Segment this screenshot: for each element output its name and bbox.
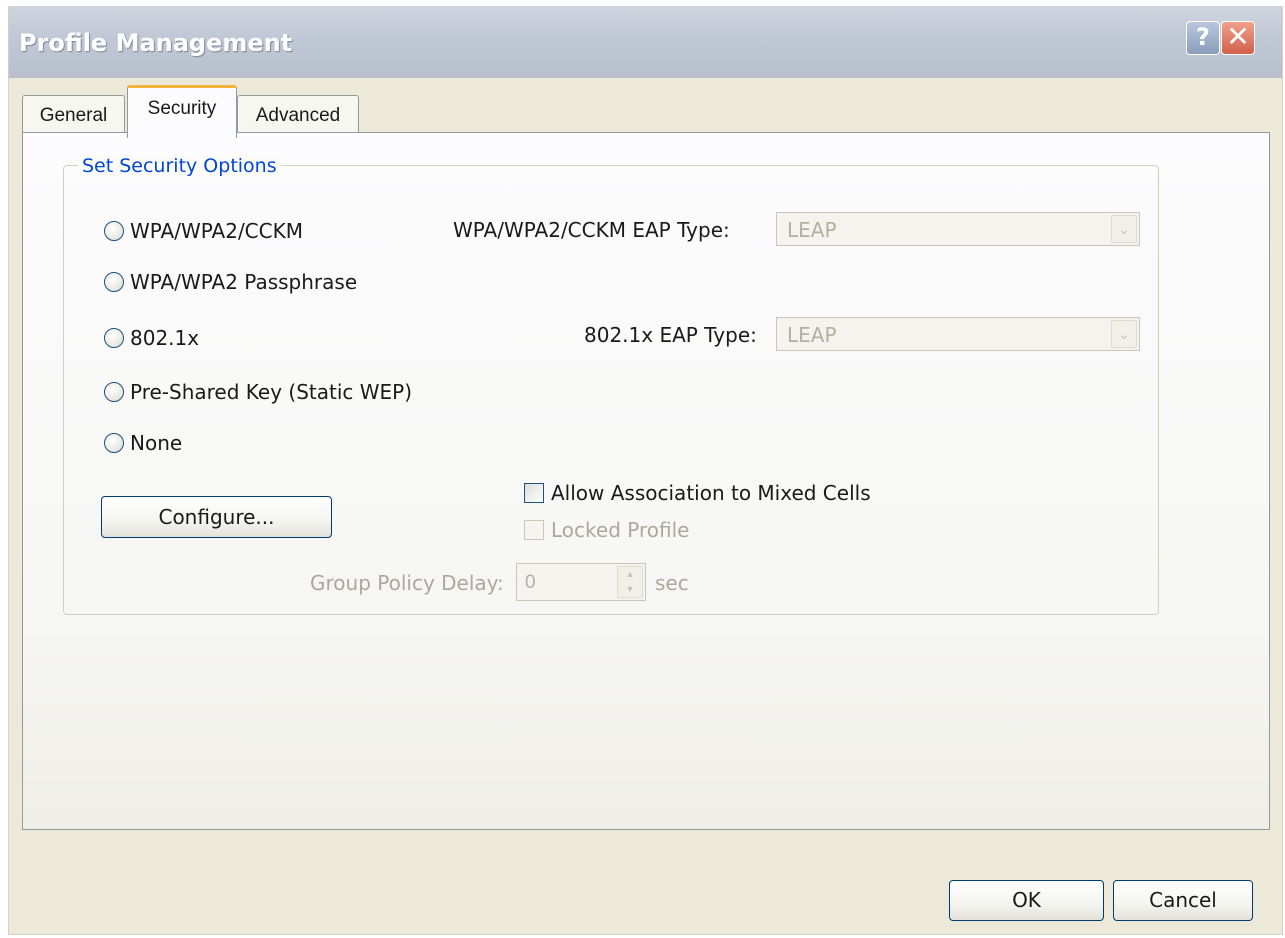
radio-wpa-cckm[interactable]: WPA/WPA2/CCKM [104, 218, 303, 244]
radio-button[interactable] [104, 328, 124, 348]
chevron-down-icon[interactable]: ⌄ [1111, 215, 1137, 243]
allow-mixed-cells-checkbox[interactable] [524, 483, 544, 503]
8021x-eap-type-value: LEAP [787, 323, 837, 347]
close-icon: ✕ [1226, 20, 1250, 53]
security-options-title: Set Security Options [78, 155, 281, 177]
locked-profile-label: Locked Profile [551, 518, 690, 542]
radio-8021x[interactable]: 802.1x [104, 325, 199, 351]
radio-wpa-passphrase[interactable]: WPA/WPA2 Passphrase [104, 269, 357, 295]
cancel-button[interactable]: Cancel [1113, 880, 1253, 921]
configure-button[interactable]: Configure... [101, 496, 332, 538]
tab-advanced-label: Advanced [255, 105, 341, 126]
help-icon: ? [1196, 23, 1210, 51]
tab-advanced[interactable]: Advanced [237, 95, 359, 137]
radio-pre-shared-key[interactable]: Pre-Shared Key (Static WEP) [104, 379, 412, 405]
window-title: Profile Management [19, 29, 293, 57]
radio-button[interactable] [104, 382, 124, 402]
radio-label: None [130, 431, 183, 455]
8021x-eap-type-label: 802.1x EAP Type: [584, 323, 757, 347]
tab-security[interactable]: Security [127, 85, 237, 138]
wpa-eap-type-select[interactable]: LEAP ⌄ [776, 212, 1140, 246]
radio-label: Pre-Shared Key (Static WEP) [130, 380, 413, 404]
group-policy-delay-value: 0 [525, 572, 536, 593]
radio-none[interactable]: None [104, 430, 182, 456]
radio-button[interactable] [104, 221, 124, 241]
chevron-down-icon[interactable]: ▼ [618, 582, 642, 597]
spinner-buttons[interactable]: ▲ ▼ [617, 566, 643, 598]
radio-label: WPA/WPA2 Passphrase [130, 270, 358, 294]
tab-general[interactable]: General [22, 95, 125, 137]
wpa-eap-type-label: WPA/WPA2/CCKM EAP Type: [453, 218, 730, 242]
chevron-down-icon[interactable]: ⌄ [1111, 320, 1137, 348]
radio-label: 802.1x [130, 326, 200, 350]
radio-button[interactable] [104, 433, 124, 453]
help-button[interactable]: ? [1186, 21, 1220, 55]
ok-button[interactable]: OK [949, 880, 1104, 921]
radio-label: WPA/WPA2/CCKM [130, 219, 303, 243]
close-button[interactable]: ✕ [1221, 21, 1255, 55]
allow-mixed-cells-label: Allow Association to Mixed Cells [551, 481, 871, 505]
group-policy-delay-unit: sec [655, 571, 689, 595]
wpa-eap-type-value: LEAP [787, 218, 837, 242]
tab-general-label: General [39, 105, 108, 126]
radio-button[interactable] [104, 272, 124, 292]
tab-security-label: Security [147, 98, 217, 119]
group-policy-delay-label: Group Policy Delay: [310, 571, 504, 595]
locked-profile-checkbox[interactable] [524, 520, 544, 540]
8021x-eap-type-select[interactable]: LEAP ⌄ [776, 317, 1140, 351]
chevron-up-icon[interactable]: ▲ [618, 567, 642, 582]
group-policy-delay-spinner[interactable]: 0 ▲ ▼ [516, 563, 646, 601]
title-bar[interactable]: Profile Management ? ✕ [9, 6, 1282, 78]
